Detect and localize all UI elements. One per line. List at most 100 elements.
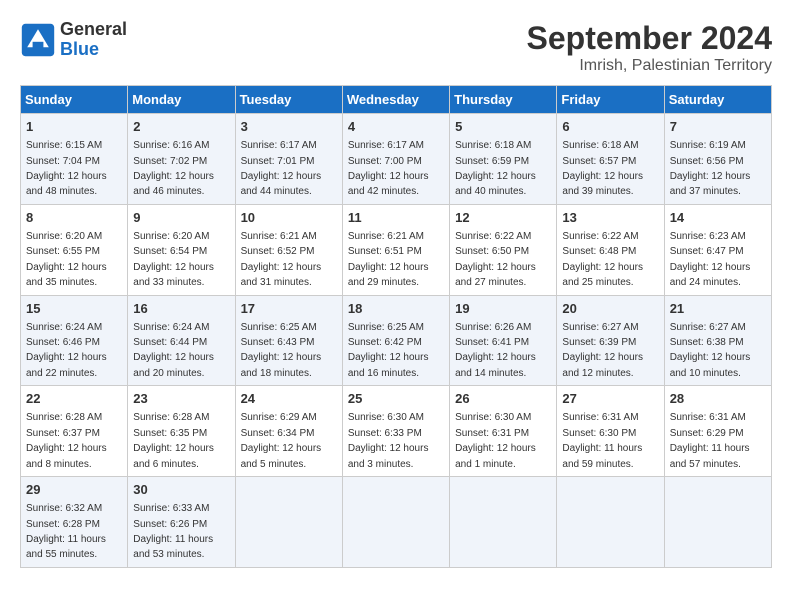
day-number: 12 — [455, 209, 551, 227]
day-number: 27 — [562, 390, 658, 408]
day-of-week-header: Saturday — [664, 86, 771, 114]
day-info: Sunrise: 6:20 AMSunset: 6:55 PMDaylight:… — [26, 231, 107, 288]
day-number: 18 — [348, 300, 444, 318]
day-number: 17 — [241, 300, 337, 318]
day-number: 23 — [133, 390, 229, 408]
calendar-cell: 11 Sunrise: 6:21 AMSunset: 6:51 PMDaylig… — [342, 204, 449, 295]
day-number: 13 — [562, 209, 658, 227]
day-of-week-header: Thursday — [450, 86, 557, 114]
day-number: 21 — [670, 300, 766, 318]
calendar-cell: 10 Sunrise: 6:21 AMSunset: 6:52 PMDaylig… — [235, 204, 342, 295]
day-info: Sunrise: 6:27 AMSunset: 6:39 PMDaylight:… — [562, 322, 643, 379]
day-number: 30 — [133, 481, 229, 499]
day-info: Sunrise: 6:31 AMSunset: 6:29 PMDaylight:… — [670, 412, 750, 469]
calendar-cell: 7 Sunrise: 6:19 AMSunset: 6:56 PMDayligh… — [664, 114, 771, 205]
day-of-week-header: Monday — [128, 86, 235, 114]
day-number: 6 — [562, 118, 658, 136]
day-info: Sunrise: 6:30 AMSunset: 6:33 PMDaylight:… — [348, 412, 429, 469]
calendar-cell: 1 Sunrise: 6:15 AMSunset: 7:04 PMDayligh… — [21, 114, 128, 205]
day-number: 4 — [348, 118, 444, 136]
day-of-week-header: Friday — [557, 86, 664, 114]
calendar-cell: 30 Sunrise: 6:33 AMSunset: 6:26 PMDaylig… — [128, 477, 235, 568]
day-number: 20 — [562, 300, 658, 318]
day-info: Sunrise: 6:18 AMSunset: 6:59 PMDaylight:… — [455, 140, 536, 197]
day-info: Sunrise: 6:32 AMSunset: 6:28 PMDaylight:… — [26, 503, 106, 560]
calendar-cell: 15 Sunrise: 6:24 AMSunset: 6:46 PMDaylig… — [21, 295, 128, 386]
calendar-cell: 19 Sunrise: 6:26 AMSunset: 6:41 PMDaylig… — [450, 295, 557, 386]
day-info: Sunrise: 6:31 AMSunset: 6:30 PMDaylight:… — [562, 412, 642, 469]
day-info: Sunrise: 6:26 AMSunset: 6:41 PMDaylight:… — [455, 322, 536, 379]
calendar-cell: 29 Sunrise: 6:32 AMSunset: 6:28 PMDaylig… — [21, 477, 128, 568]
calendar-cell: 26 Sunrise: 6:30 AMSunset: 6:31 PMDaylig… — [450, 386, 557, 477]
day-info: Sunrise: 6:33 AMSunset: 6:26 PMDaylight:… — [133, 503, 213, 560]
day-info: Sunrise: 6:25 AMSunset: 6:42 PMDaylight:… — [348, 322, 429, 379]
location-subtitle: Imrish, Palestinian Territory — [527, 57, 772, 75]
day-info: Sunrise: 6:25 AMSunset: 6:43 PMDaylight:… — [241, 322, 322, 379]
day-number: 2 — [133, 118, 229, 136]
day-number: 16 — [133, 300, 229, 318]
day-info: Sunrise: 6:16 AMSunset: 7:02 PMDaylight:… — [133, 140, 214, 197]
day-info: Sunrise: 6:17 AMSunset: 7:00 PMDaylight:… — [348, 140, 429, 197]
day-number: 9 — [133, 209, 229, 227]
calendar-cell: 27 Sunrise: 6:31 AMSunset: 6:30 PMDaylig… — [557, 386, 664, 477]
calendar-table: SundayMondayTuesdayWednesdayThursdayFrid… — [20, 85, 772, 568]
day-info: Sunrise: 6:15 AMSunset: 7:04 PMDaylight:… — [26, 140, 107, 197]
calendar-cell: 23 Sunrise: 6:28 AMSunset: 6:35 PMDaylig… — [128, 386, 235, 477]
calendar-cell — [450, 477, 557, 568]
day-info: Sunrise: 6:23 AMSunset: 6:47 PMDaylight:… — [670, 231, 751, 288]
day-info: Sunrise: 6:24 AMSunset: 6:44 PMDaylight:… — [133, 322, 214, 379]
day-number: 7 — [670, 118, 766, 136]
calendar-cell: 24 Sunrise: 6:29 AMSunset: 6:34 PMDaylig… — [235, 386, 342, 477]
day-number: 22 — [26, 390, 122, 408]
calendar-cell: 5 Sunrise: 6:18 AMSunset: 6:59 PMDayligh… — [450, 114, 557, 205]
day-info: Sunrise: 6:21 AMSunset: 6:52 PMDaylight:… — [241, 231, 322, 288]
day-info: Sunrise: 6:20 AMSunset: 6:54 PMDaylight:… — [133, 231, 214, 288]
day-info: Sunrise: 6:18 AMSunset: 6:57 PMDaylight:… — [562, 140, 643, 197]
calendar-cell — [342, 477, 449, 568]
calendar-cell: 21 Sunrise: 6:27 AMSunset: 6:38 PMDaylig… — [664, 295, 771, 386]
day-info: Sunrise: 6:30 AMSunset: 6:31 PMDaylight:… — [455, 412, 536, 469]
day-number: 14 — [670, 209, 766, 227]
calendar-cell: 3 Sunrise: 6:17 AMSunset: 7:01 PMDayligh… — [235, 114, 342, 205]
calendar-cell: 9 Sunrise: 6:20 AMSunset: 6:54 PMDayligh… — [128, 204, 235, 295]
day-number: 29 — [26, 481, 122, 499]
calendar-cell: 28 Sunrise: 6:31 AMSunset: 6:29 PMDaylig… — [664, 386, 771, 477]
month-title: September 2024 — [527, 20, 772, 57]
day-of-week-header: Sunday — [21, 86, 128, 114]
header: General Blue September 2024 Imrish, Pale… — [20, 20, 772, 75]
day-number: 3 — [241, 118, 337, 136]
day-of-week-header: Wednesday — [342, 86, 449, 114]
day-info: Sunrise: 6:17 AMSunset: 7:01 PMDaylight:… — [241, 140, 322, 197]
calendar-cell — [664, 477, 771, 568]
day-number: 1 — [26, 118, 122, 136]
calendar-cell: 2 Sunrise: 6:16 AMSunset: 7:02 PMDayligh… — [128, 114, 235, 205]
day-number: 15 — [26, 300, 122, 318]
calendar-cell: 17 Sunrise: 6:25 AMSunset: 6:43 PMDaylig… — [235, 295, 342, 386]
day-number: 26 — [455, 390, 551, 408]
calendar-cell: 16 Sunrise: 6:24 AMSunset: 6:44 PMDaylig… — [128, 295, 235, 386]
calendar-cell: 13 Sunrise: 6:22 AMSunset: 6:48 PMDaylig… — [557, 204, 664, 295]
day-info: Sunrise: 6:28 AMSunset: 6:37 PMDaylight:… — [26, 412, 107, 469]
day-info: Sunrise: 6:28 AMSunset: 6:35 PMDaylight:… — [133, 412, 214, 469]
calendar-cell: 14 Sunrise: 6:23 AMSunset: 6:47 PMDaylig… — [664, 204, 771, 295]
day-of-week-header: Tuesday — [235, 86, 342, 114]
day-number: 11 — [348, 209, 444, 227]
day-number: 24 — [241, 390, 337, 408]
day-info: Sunrise: 6:22 AMSunset: 6:50 PMDaylight:… — [455, 231, 536, 288]
day-info: Sunrise: 6:19 AMSunset: 6:56 PMDaylight:… — [670, 140, 751, 197]
day-info: Sunrise: 6:24 AMSunset: 6:46 PMDaylight:… — [26, 322, 107, 379]
calendar-cell: 8 Sunrise: 6:20 AMSunset: 6:55 PMDayligh… — [21, 204, 128, 295]
day-info: Sunrise: 6:29 AMSunset: 6:34 PMDaylight:… — [241, 412, 322, 469]
day-info: Sunrise: 6:27 AMSunset: 6:38 PMDaylight:… — [670, 322, 751, 379]
calendar-cell: 18 Sunrise: 6:25 AMSunset: 6:42 PMDaylig… — [342, 295, 449, 386]
calendar-cell: 25 Sunrise: 6:30 AMSunset: 6:33 PMDaylig… — [342, 386, 449, 477]
day-number: 19 — [455, 300, 551, 318]
title-area: September 2024 Imrish, Palestinian Terri… — [527, 20, 772, 75]
day-number: 28 — [670, 390, 766, 408]
calendar-cell: 12 Sunrise: 6:22 AMSunset: 6:50 PMDaylig… — [450, 204, 557, 295]
logo: General Blue — [20, 20, 127, 60]
day-info: Sunrise: 6:22 AMSunset: 6:48 PMDaylight:… — [562, 231, 643, 288]
calendar-cell: 4 Sunrise: 6:17 AMSunset: 7:00 PMDayligh… — [342, 114, 449, 205]
calendar-cell: 22 Sunrise: 6:28 AMSunset: 6:37 PMDaylig… — [21, 386, 128, 477]
day-info: Sunrise: 6:21 AMSunset: 6:51 PMDaylight:… — [348, 231, 429, 288]
